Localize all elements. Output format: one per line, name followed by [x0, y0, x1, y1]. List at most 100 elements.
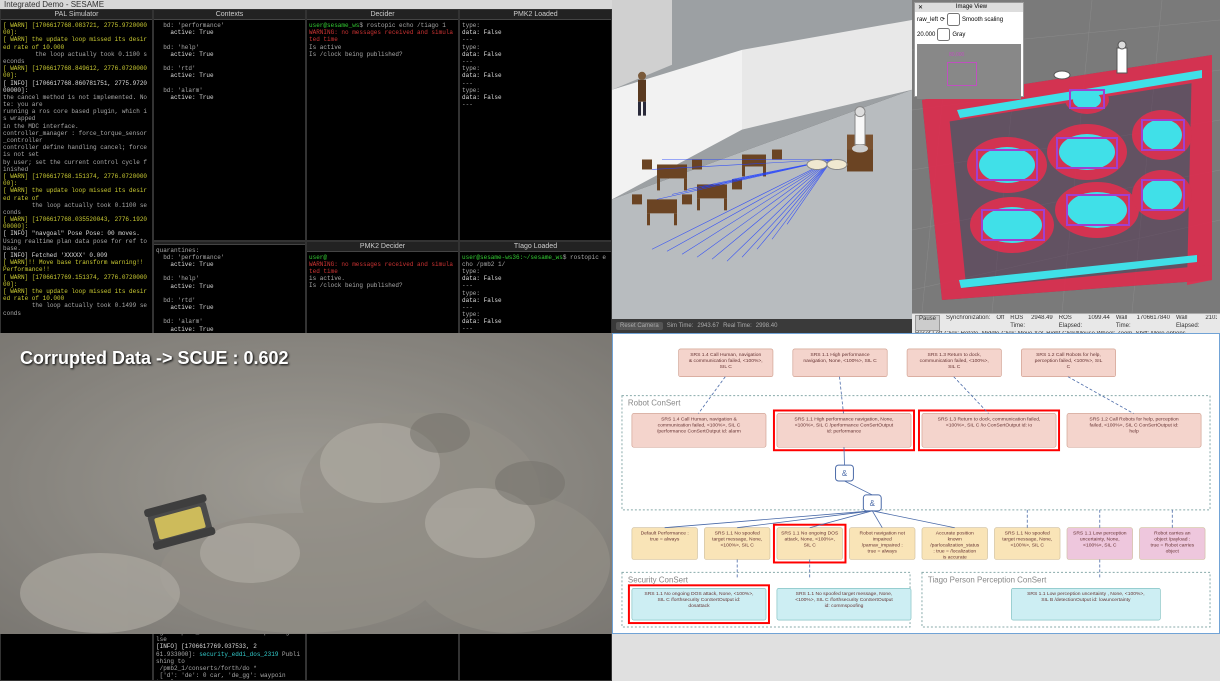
svg-text:SIL C /forthsecurity ConSert: SIL C /forthsecurity ConSertOutput id:	[657, 597, 740, 603]
svg-text:: true = /localization: : true = /localization	[933, 549, 976, 555]
svg-text:communication failed, <100%>,: communication failed, <100%>,	[920, 358, 989, 364]
svg-text:SIL C: SIL C	[948, 364, 961, 370]
corrupted-camera-view: Corrupted Data -> SCUE : 0.602	[0, 333, 612, 634]
terminal-panel[interactable]: PMK2 Loadedtype: data: False --- type: d…	[459, 9, 612, 241]
image-preview: 80,000	[917, 44, 1021, 99]
sim-time-label: Sim Time:	[667, 323, 694, 329]
and-gate: &	[863, 495, 881, 511]
consert-node[interactable]: SRS 1.3 Return to dock,communication fai…	[907, 349, 1001, 377]
consert-node[interactable]: SRS 1.1 Low perception uncertainty , Non…	[1011, 588, 1160, 620]
svg-text:true = always: true = always	[650, 537, 680, 543]
consert-node[interactable]: Robot navigation notimpaired /parnav_imp…	[849, 528, 915, 560]
gray-checkbox[interactable]	[937, 28, 950, 41]
consert-node[interactable]: SRS 1.1 Low perceptionuncertainty, None,…	[1067, 528, 1133, 560]
terminal-panel-title: Contexts	[154, 10, 305, 20]
image-view-toolbar-2: 20.000 Gray	[915, 27, 1023, 42]
svg-text:Default Performance :: Default Performance :	[641, 531, 689, 537]
svg-text:SRS 1.1 No ongoing DOS: SRS 1.1 No ongoing DOS	[781, 531, 839, 537]
consert-node[interactable]: SRS 1.1 No spoofedtarget message, None,<…	[994, 528, 1060, 560]
svg-text:SRS 1.1 No spoofed: SRS 1.1 No spoofed	[715, 531, 760, 537]
svg-text:perception failed, <100%>, SIL: perception failed, <100%>, SIL	[1035, 358, 1103, 364]
refresh-icon[interactable]: ⟳	[940, 16, 945, 23]
terminal-panel[interactable]: Decideruser@sesame_ws$ rostopic echo /ti…	[306, 9, 459, 241]
consert-node[interactable]: SRS 1.2 Call Robots for help, perception…	[1067, 413, 1201, 447]
reset-camera-button[interactable]: Reset Camera	[616, 322, 663, 330]
svg-text:failed, <100%>, SIL C ConSert: failed, <100%>, SIL C ConSertOutput id:	[1090, 422, 1179, 428]
status-label: Off	[996, 315, 1004, 331]
svg-text:<100%>, SIL C /performance C: <100%>, SIL C /performance ConSertOutput	[795, 422, 894, 428]
svg-text:& communication failed, <100%>: & communication failed, <100%>,	[689, 358, 763, 364]
terminal-composite-panel: Integrated Demo - SESAME PAL Simulator[ …	[0, 0, 612, 333]
svg-text:SRS 1.1 Low perception uncerta: SRS 1.1 Low perception uncertainty , Non…	[1027, 591, 1145, 597]
image-view-titlebar[interactable]: ✕ Image View	[915, 3, 1023, 12]
image-view-subwindow[interactable]: ✕ Image View raw_left ⟳ Smooth scaling 2…	[914, 2, 1024, 97]
consert-node[interactable]: Accurate positionknown /parlocalization_…	[922, 528, 988, 561]
svg-text:SIL C: SIL C	[804, 543, 817, 549]
svg-text:SRS 1.4 Call Human, navigation: SRS 1.4 Call Human, navigation	[690, 352, 761, 358]
svg-text:Accurate position: Accurate position	[936, 531, 974, 537]
svg-text:object: object	[1166, 549, 1180, 555]
real-time-label: Real Time:	[723, 323, 752, 329]
svg-text:SRS 1.4 Call Human, navigation: SRS 1.4 Call Human, navigation &	[661, 416, 737, 422]
consert-node[interactable]: SRS 1.3 Return to dock, communication fa…	[919, 410, 1059, 450]
terminal-output: user@sesame_ws$ rostopic echo /tiago 1 W…	[307, 20, 458, 240]
terminal-window-titlebar[interactable]: Integrated Demo - SESAME	[0, 0, 612, 9]
svg-text:&: &	[842, 469, 848, 478]
svg-text:/parlocalization_status: /parlocalization_status	[930, 543, 980, 549]
svg-text:id: commspoofing: id: commspoofing	[825, 603, 864, 609]
real-time-value: 2998.40	[756, 323, 778, 329]
sim-canvas[interactable]	[612, 0, 912, 319]
zoom-value[interactable]: 20.000	[917, 32, 935, 38]
status-label[interactable]: Pause	[915, 315, 940, 331]
window-title: Integrated Demo - SESAME	[4, 0, 104, 9]
consert-node[interactable]: Robot carries anobject /payload :true = …	[1140, 528, 1206, 560]
scue-overlay-text: Corrupted Data -> SCUE : 0.602	[20, 348, 289, 369]
consert-node[interactable]: Default Performance :true = always	[632, 528, 698, 560]
svg-text:true = always: true = always	[868, 549, 898, 555]
consert-node[interactable]: SRS 1.4 Call Human, navigation &communic…	[632, 413, 766, 447]
svg-text:/parnav_impaired :: /parnav_impaired :	[862, 543, 903, 549]
gazebo-status-bar: Reset Camera Sim Time: 2943.67 Real Time…	[612, 319, 912, 333]
svg-text:SRS 1.3 Return to dock,: SRS 1.3 Return to dock,	[928, 352, 981, 358]
svg-text:id: performance: id: performance	[827, 428, 862, 434]
terminal-panel-title: PMK2 Loaded	[460, 10, 611, 20]
status-value: Wall Elapsed:	[1176, 315, 1199, 331]
consert-node[interactable]: SRS 1.4 Call Human, navigation& communic…	[679, 349, 773, 377]
svg-text:SRS 1.1 No spoofed: SRS 1.1 No spoofed	[1005, 531, 1050, 537]
consert-node[interactable]: SRS 1.1 No spoofed target message, None,…	[777, 588, 911, 620]
status-label: 2948.49	[1031, 315, 1053, 331]
gazebo-3d-view[interactable]: Reset Camera Sim Time: 2943.67 Real Time…	[612, 0, 912, 333]
terminal-panel[interactable]: Contexts bd: 'performance' active: True …	[153, 9, 306, 241]
svg-text:/performance ConSertOutput i: /performance ConSertOutput id: alarm	[657, 428, 741, 434]
consert-node[interactable]: SRS 1.2 Call Robots for help,perception …	[1021, 349, 1115, 377]
svg-text:SIL B /detectionOutput id: l: SIL B /detectionOutput id: lowuncertaint…	[1041, 597, 1131, 603]
terminal-output: type: data: False --- type: data: False …	[460, 20, 611, 240]
gray-label: Gray	[952, 32, 965, 38]
svg-text:C: C	[1067, 364, 1071, 370]
consert-node[interactable]: SRS 1.1 No spoofedtarget message, None,<…	[704, 528, 770, 560]
svg-text:Robot navigation not: Robot navigation not	[860, 531, 906, 537]
rviz-status-bar: PauseSynchronization:OffROS Time:2948.49…	[912, 313, 1220, 333]
svg-text:Tiago Person Perception ConSer: Tiago Person Perception ConSert	[928, 575, 1047, 584]
svg-text:target message, None,: target message, None,	[712, 537, 762, 543]
terminal-panel-title: PMK2 Decider	[307, 242, 458, 252]
svg-text:<100%>, SIL C /forthsecurity: <100%>, SIL C /forthsecurity ConSertOutp…	[795, 597, 893, 603]
terminal-panel-title: Decider	[307, 10, 458, 20]
consert-node[interactable]: SRS 1.1 No ongoing DOSattack, None, <100…	[774, 525, 846, 563]
image-view-toolbar: raw_left ⟳ Smooth scaling	[915, 12, 1023, 27]
close-icon[interactable]: ✕	[918, 4, 923, 11]
image-preview-label: 80,000	[949, 52, 964, 58]
consert-node[interactable]: SRS 1.1 No ongoing DOS attack, None, <10…	[629, 585, 769, 623]
rviz-panel: ✕ Image View raw_left ⟳ Smooth scaling 2…	[912, 0, 1220, 333]
svg-text:<100%>, SIL C /io ConSertOut: <100%>, SIL C /io ConSertOutput id: io	[946, 422, 1033, 428]
svg-text:<100%>, SIL C: <100%>, SIL C	[1083, 543, 1117, 549]
svg-text:SRS 1.2 Call Robots for help,: SRS 1.2 Call Robots for help, perception	[1089, 416, 1178, 422]
svg-text:impaired: impaired	[873, 537, 892, 543]
smooth-scaling-checkbox[interactable]	[947, 13, 960, 26]
svg-text:object /payload :: object /payload :	[1154, 537, 1190, 543]
consert-diagram[interactable]: SRS 1.4 Call Human, navigation& communic…	[612, 333, 1220, 634]
consert-node[interactable]: SRS 1.1 High performancenavigation, None…	[793, 349, 887, 377]
consert-node[interactable]: SRS 1.1 High performance navigation, Non…	[774, 410, 914, 450]
svg-text:<100%>, SIL C: <100%>, SIL C	[720, 543, 754, 549]
topic-select[interactable]: raw_left	[917, 17, 938, 23]
